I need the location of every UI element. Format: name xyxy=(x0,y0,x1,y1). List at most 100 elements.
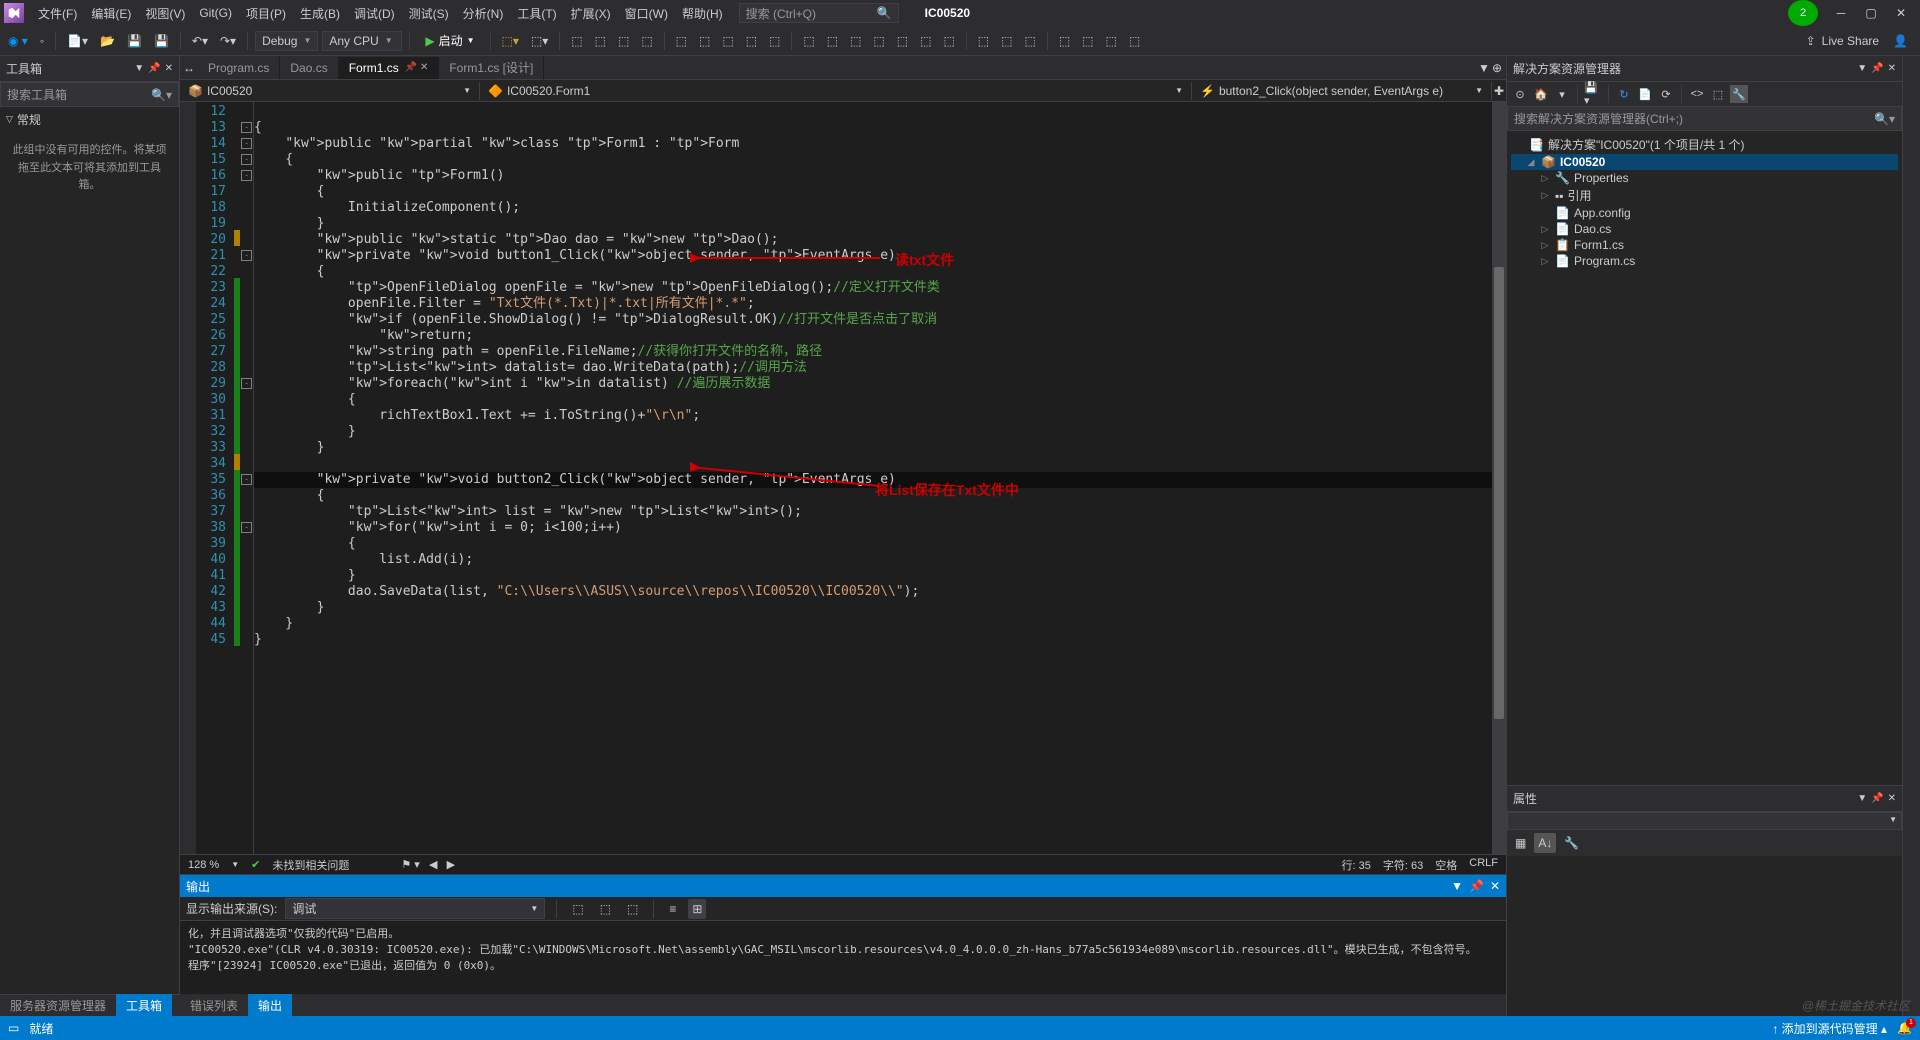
config-dropdown[interactable]: Debug▼ xyxy=(255,31,318,51)
tb-icon-11[interactable]: ⬚ xyxy=(765,31,784,51)
tree-solution-root[interactable]: 📑解决方案"IC00520"(1 个项目/共 1 个) xyxy=(1511,135,1898,154)
tb-icon-21[interactable]: ⬚ xyxy=(1020,31,1039,51)
tabs-dropdown[interactable]: ▼ xyxy=(1478,61,1490,75)
tb-icon-14[interactable]: ⬚ xyxy=(846,31,865,51)
tb-icon-2[interactable]: ⬚▾ xyxy=(527,31,552,51)
save-all-button[interactable]: 💾 xyxy=(150,31,173,51)
close-icon[interactable]: ✕ xyxy=(165,63,173,74)
menu-tools[interactable]: 工具(T) xyxy=(511,2,562,25)
zoom-level[interactable]: 128 % xyxy=(188,859,219,871)
tab-close-icon[interactable]: 📌 ✕ xyxy=(405,62,429,73)
tb-icon-6[interactable]: ⬚ xyxy=(637,31,656,51)
sln-wrench-icon[interactable]: 🔧 xyxy=(1730,85,1748,103)
indent-indicator[interactable]: 空格 xyxy=(1435,857,1457,873)
pin-icon[interactable]: 📌 xyxy=(1469,879,1484,893)
tb-icon-18[interactable]: ⬚ xyxy=(939,31,958,51)
sln-sync-icon[interactable]: ↻ xyxy=(1615,85,1633,103)
sln-prop-icon[interactable]: ⬚ xyxy=(1709,85,1727,103)
dropdown-icon[interactable]: ▼ xyxy=(1857,63,1867,74)
menu-git[interactable]: Git(G) xyxy=(193,3,238,23)
tb-icon-4[interactable]: ⬚ xyxy=(591,31,610,51)
tab-program[interactable]: Program.cs xyxy=(198,57,280,79)
output-btn5[interactable]: ⊞ xyxy=(688,899,706,919)
props-object-dd[interactable]: ▼ xyxy=(1507,812,1902,830)
output-btn3[interactable]: ⬚ xyxy=(623,899,642,919)
pin-icon[interactable]: 📌 xyxy=(148,63,160,74)
close-icon[interactable]: ✕ xyxy=(1888,63,1896,74)
tb-icon-9[interactable]: ⬚ xyxy=(718,31,737,51)
output-btn2[interactable]: ⬚ xyxy=(596,899,615,919)
menu-build[interactable]: 生成(B) xyxy=(294,2,346,25)
close-button[interactable]: ✕ xyxy=(1886,0,1916,26)
undo-button[interactable]: ↶▾ xyxy=(188,31,212,51)
tb-icon-17[interactable]: ⬚ xyxy=(916,31,935,51)
props-az-icon[interactable]: A↓ xyxy=(1534,833,1556,853)
code-editor[interactable]: 1213141516171819202122232425262728293031… xyxy=(180,102,1506,854)
sln-home-icon[interactable]: ⊙ xyxy=(1511,85,1529,103)
maximize-button[interactable]: ▢ xyxy=(1856,0,1886,26)
menu-help[interactable]: 帮助(H) xyxy=(676,2,729,25)
tab-form1-design[interactable]: Form1.cs [设计] xyxy=(439,56,544,80)
tab-scroll-left[interactable]: ↔ xyxy=(180,57,198,79)
nav-project[interactable]: 📦IC00520▼ xyxy=(180,82,480,100)
tb-icon-19[interactable]: ⬚ xyxy=(974,31,993,51)
output-btn4[interactable]: ≡ xyxy=(665,899,680,919)
props-wrench-icon[interactable]: 🔧 xyxy=(1560,833,1583,853)
live-share[interactable]: ⇪ Live Share 👤 xyxy=(1798,34,1916,48)
menu-file[interactable]: 文件(F) xyxy=(32,2,83,25)
tree-appconfig[interactable]: 📄App.config xyxy=(1511,205,1898,221)
close-icon[interactable]: ✕ xyxy=(1490,879,1500,893)
output-text[interactable]: 化，并且调试器选项"仅我的代码"已启用。 "IC00520.exe"(CLR v… xyxy=(180,921,1506,994)
tb-icon-3[interactable]: ⬚ xyxy=(567,31,586,51)
toolbox-group-general[interactable]: ▽ 常规 xyxy=(0,107,179,132)
tab-dao[interactable]: Dao.cs xyxy=(280,57,338,79)
dropdown-icon[interactable]: ▼ xyxy=(134,63,144,74)
dropdown-icon[interactable]: ▼ xyxy=(1451,879,1463,893)
menu-window[interactable]: 窗口(W) xyxy=(619,2,674,25)
tree-references[interactable]: ▷▪▪引用 xyxy=(1511,186,1898,205)
minimize-button[interactable]: ─ xyxy=(1826,0,1856,26)
tb-icon-15[interactable]: ⬚ xyxy=(869,31,888,51)
tb-icon-25[interactable]: ⬚ xyxy=(1125,31,1144,51)
notification-badge[interactable]: 2 xyxy=(1788,0,1818,26)
tab-form1[interactable]: Form1.cs📌 ✕ xyxy=(339,57,440,79)
sln-code-icon[interactable]: <> xyxy=(1688,85,1706,103)
platform-dropdown[interactable]: Any CPU▼ xyxy=(322,31,402,51)
output-source-dropdown[interactable]: 调试▼ xyxy=(285,898,545,919)
tb-icon-13[interactable]: ⬚ xyxy=(823,31,842,51)
menu-debug[interactable]: 调试(D) xyxy=(348,2,401,25)
tb-icon-24[interactable]: ⬚ xyxy=(1102,31,1121,51)
sln-dd-icon[interactable]: ▾ xyxy=(1553,85,1571,103)
tab-output[interactable]: 输出 xyxy=(248,994,292,1017)
menu-view[interactable]: 视图(V) xyxy=(139,2,191,25)
sln-save-icon[interactable]: 💾▾ xyxy=(1584,85,1602,103)
tb-icon-22[interactable]: ⬚ xyxy=(1055,31,1074,51)
redo-button[interactable]: ↷▾ xyxy=(216,31,240,51)
tb-icon-12[interactable]: ⬚ xyxy=(799,31,818,51)
menu-extensions[interactable]: 扩展(X) xyxy=(565,2,617,25)
close-icon[interactable]: ✕ xyxy=(1888,793,1896,804)
issue-status[interactable]: 未找到相关问题 xyxy=(272,857,349,873)
tab-errorlist[interactable]: 错误列表 xyxy=(180,994,248,1017)
menu-analyze[interactable]: 分析(N) xyxy=(457,2,510,25)
tb-icon-20[interactable]: ⬚ xyxy=(997,31,1016,51)
nav-member[interactable]: ⚡button2_Click(object sender, EventArgs … xyxy=(1192,82,1492,100)
sln-search[interactable]: 搜索解决方案资源管理器(Ctrl+;) 🔍▾ xyxy=(1507,106,1902,131)
start-button[interactable]: ▶启动▼ xyxy=(417,30,482,51)
pin-icon[interactable]: 📌 xyxy=(1871,63,1883,74)
quick-search[interactable]: 搜索 (Ctrl+Q) 🔍 xyxy=(739,3,899,23)
pin-icon[interactable]: 📌 xyxy=(1871,793,1883,804)
nav-class[interactable]: 🔶IC00520.Form1▼ xyxy=(480,82,1192,100)
tb-icon-7[interactable]: ⬚ xyxy=(672,31,691,51)
forward-button[interactable]: ◦ xyxy=(36,31,48,51)
tabs-fullscreen[interactable]: ⊕ xyxy=(1492,61,1502,75)
tb-icon-1[interactable]: ⬚▾ xyxy=(498,31,523,51)
dropdown-icon[interactable]: ▼ xyxy=(1857,793,1867,804)
tb-icon-5[interactable]: ⬚ xyxy=(614,31,633,51)
sln-home2-icon[interactable]: 🏠 xyxy=(1532,85,1550,103)
toolbox-search[interactable]: 搜索工具箱 🔍▾ xyxy=(0,82,179,107)
tree-dao[interactable]: ▷📄Dao.cs xyxy=(1511,221,1898,237)
source-control[interactable]: ↑ 添加到源代码管理 ▴ xyxy=(1772,1020,1887,1037)
tab-toolbox[interactable]: 工具箱 xyxy=(116,994,172,1017)
tb-icon-16[interactable]: ⬚ xyxy=(893,31,912,51)
